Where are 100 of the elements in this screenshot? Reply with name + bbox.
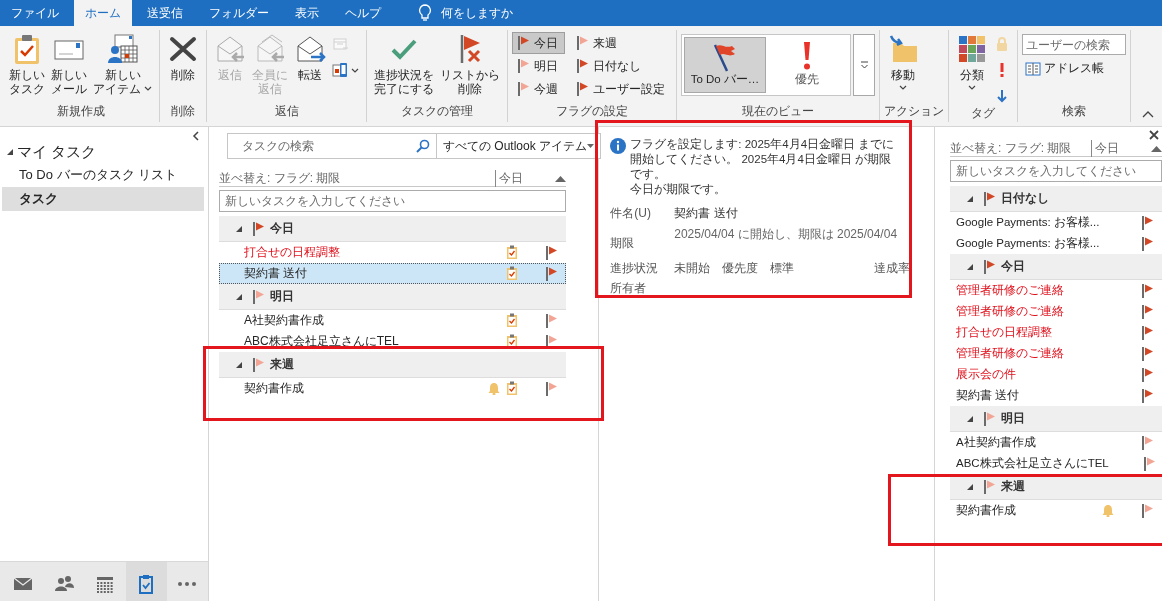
task-row[interactable]: 契約書 送付: [950, 385, 1162, 406]
collapse-ribbon-icon[interactable]: [1142, 111, 1154, 118]
tell-me-search[interactable]: 何をしますか: [441, 4, 513, 22]
folder-item[interactable]: タスク: [2, 187, 204, 211]
group-header[interactable]: 日付なし: [950, 186, 1162, 212]
task-row[interactable]: Google Payments: お客様...: [950, 212, 1162, 233]
ribbon-tab[interactable]: フォルダー: [198, 0, 280, 26]
flag-icon[interactable]: [1141, 324, 1153, 341]
task-row[interactable]: 管理者研修のご連絡: [950, 280, 1162, 301]
sort-value[interactable]: 今日: [1091, 140, 1151, 157]
flag-icon[interactable]: [1141, 303, 1153, 320]
lock-icon: [994, 36, 1010, 52]
priority-value: 標準: [770, 260, 795, 277]
flag-icon[interactable]: [1141, 235, 1154, 252]
ribbon-button[interactable]: 移動: [884, 30, 922, 93]
collapse-pane-icon[interactable]: [192, 131, 199, 141]
task-row[interactable]: ABC株式会社足立さんにTEL: [950, 453, 1162, 474]
task-row[interactable]: A社契約書作成: [950, 432, 1162, 453]
sort-arrow-icon[interactable]: [1151, 145, 1162, 152]
view-option[interactable]: To Do バー…: [684, 37, 766, 93]
task-row[interactable]: 打合せの日程調整: [950, 322, 1162, 343]
expand-triangle-icon[interactable]: [966, 262, 974, 271]
close-icon[interactable]: [1149, 130, 1159, 140]
expand-triangle-icon[interactable]: [235, 224, 243, 233]
expand-triangle-icon[interactable]: [235, 360, 243, 369]
flag-icon[interactable]: [545, 380, 557, 397]
group-header[interactable]: 明日: [219, 284, 566, 310]
nav-button[interactable]: [125, 562, 167, 601]
ribbon-button[interactable]: 新しい メール: [48, 30, 90, 99]
ribbon-tab[interactable]: 送受信: [136, 0, 194, 26]
flag-icon[interactable]: [1141, 502, 1153, 519]
sort-arrow-icon[interactable]: [555, 175, 566, 182]
task-row[interactable]: 契約書作成: [950, 500, 1162, 521]
folder-move-icon: [887, 33, 919, 65]
flag-button[interactable]: 今日: [512, 32, 565, 54]
flag-icon[interactable]: [545, 312, 557, 329]
flag-icon[interactable]: [1141, 214, 1154, 231]
task-row[interactable]: 展示会の件: [950, 364, 1162, 385]
ribbon-tab[interactable]: ホーム: [74, 0, 132, 26]
ribbon-button[interactable]: 転送: [291, 30, 329, 85]
flag-button[interactable]: 今週: [512, 78, 565, 100]
group-header[interactable]: 今日: [950, 254, 1162, 280]
task-row[interactable]: 管理者研修のご連絡: [950, 301, 1162, 322]
flag-icon[interactable]: [545, 265, 557, 282]
subject-value: 契約書 送付: [674, 205, 739, 222]
task-row[interactable]: Google Payments: お客様...: [950, 233, 1162, 254]
search-icon[interactable]: [416, 139, 430, 153]
expand-triangle-icon[interactable]: [966, 194, 974, 203]
flag-button[interactable]: 日付なし: [571, 55, 672, 77]
field-label: 優先度: [722, 260, 759, 277]
task-search-field[interactable]: タスクの検索: [227, 133, 437, 159]
ribbon-tab[interactable]: ファイル: [0, 0, 70, 26]
field-label: 進捗状況: [610, 260, 660, 277]
flag-icon[interactable]: [1143, 455, 1155, 472]
ribbon-tab[interactable]: 表示: [284, 0, 330, 26]
folder-item[interactable]: To Do バーのタスク リスト: [2, 163, 204, 187]
group-label: タグ: [970, 106, 996, 121]
flag-icon[interactable]: [1141, 282, 1153, 299]
expand-triangle-icon[interactable]: [6, 148, 14, 156]
flag-icon[interactable]: [1141, 345, 1153, 362]
flag-button[interactable]: ユーザー設定: [571, 78, 672, 100]
group-header[interactable]: 明日: [950, 406, 1162, 432]
task-title: A社契約書作成: [956, 435, 1037, 450]
group-label: 削除: [170, 104, 196, 119]
flag-button[interactable]: 来週: [571, 32, 672, 54]
group-header[interactable]: 来週: [219, 352, 566, 378]
ribbon-button[interactable]: 削除: [164, 30, 202, 85]
flag-button[interactable]: 明日: [512, 55, 565, 77]
task-title: A社契約書作成: [244, 312, 325, 329]
flag-icon[interactable]: [1141, 434, 1153, 451]
new-task-field[interactable]: 新しいタスクを入力してください: [219, 190, 566, 212]
task-row[interactable]: 契約書作成: [219, 378, 566, 399]
ribbon-button[interactable]: アドレス帳: [1022, 59, 1126, 78]
expand-triangle-icon[interactable]: [966, 482, 974, 491]
group-header[interactable]: 今日: [219, 216, 566, 242]
dropdown-caret-icon: [899, 85, 907, 90]
flag-icon[interactable]: [1141, 387, 1153, 404]
ribbon-button[interactable]: 新しい アイテム: [90, 30, 155, 99]
sort-value[interactable]: 今日: [495, 170, 555, 187]
expand-triangle-icon[interactable]: [235, 292, 243, 301]
folder-group-label[interactable]: マイ タスク: [17, 142, 97, 162]
task-row[interactable]: A社契約書作成: [219, 310, 566, 331]
flag-icon[interactable]: [545, 244, 557, 261]
people-search-field[interactable]: ユーザーの検索: [1022, 34, 1126, 55]
task-row[interactable]: 管理者研修のご連絡: [950, 343, 1162, 364]
flag-icon[interactable]: [1141, 366, 1153, 383]
task-title: 契約書 送付: [244, 265, 309, 282]
group-label: 返信: [273, 104, 300, 119]
task-row[interactable]: 打合せの日程調整: [219, 242, 566, 263]
down-arrow-icon: [994, 88, 1010, 104]
view-option[interactable]: 優先: [766, 37, 848, 93]
search-scope-dropdown[interactable]: すべての Outlook アイテム: [437, 133, 602, 159]
ribbon-tab[interactable]: ヘルプ: [334, 0, 392, 26]
ribbon-button[interactable]: リストから 削除: [437, 30, 503, 99]
task-row[interactable]: 契約書 送付: [219, 263, 566, 284]
ribbon-button[interactable]: 進捗状況を 完了にする: [371, 30, 437, 99]
ribbon-button[interactable]: 分類: [953, 30, 991, 93]
expand-triangle-icon[interactable]: [966, 414, 974, 423]
ribbon-button[interactable]: 新しい タスク: [6, 30, 48, 99]
new-task-field[interactable]: 新しいタスクを入力してください: [950, 160, 1162, 182]
